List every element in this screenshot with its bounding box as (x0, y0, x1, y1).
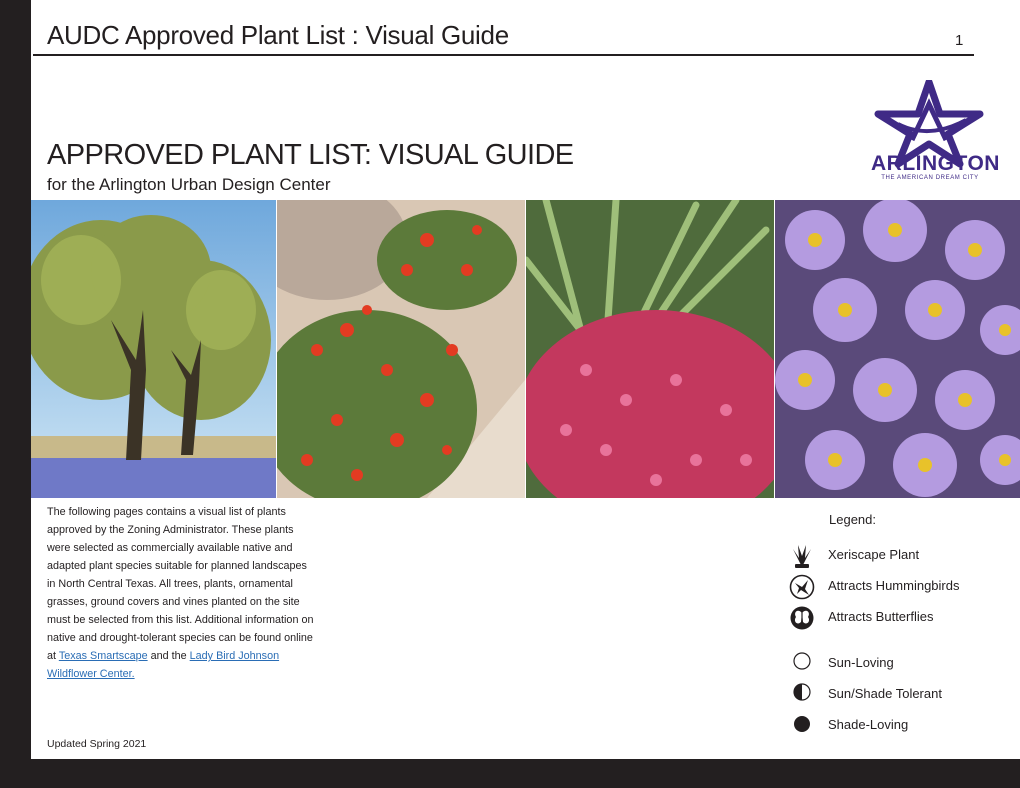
photo-red-shrub (277, 200, 525, 498)
legend-item-hummingbirds: Attracts Hummingbirds (789, 574, 1009, 600)
legend-label: Attracts Hummingbirds (828, 578, 960, 593)
legend-label: Sun/Shade Tolerant (828, 686, 942, 701)
photo-purple-asters (775, 200, 1020, 498)
page-number: 1 (955, 32, 964, 49)
legend-label: Sun-Loving (828, 655, 894, 670)
bottom-margin-bar (0, 759, 1020, 788)
page-title: APPROVED PLANT LIST: VISUAL GUIDE (47, 139, 574, 171)
photo-pink-shrub (526, 200, 774, 498)
page-subtitle: for the Arlington Urban Design Center (47, 175, 331, 194)
legend-label: Xeriscape Plant (828, 547, 920, 562)
header-title: AUDC Approved Plant List : Visual Guide (47, 20, 509, 50)
photo-oak-trees (31, 200, 276, 498)
legend-item-sun-loving: Sun-Loving (789, 651, 1009, 677)
updated-date: Updated Spring 2021 (47, 738, 147, 750)
sun-loving-icon (793, 652, 811, 670)
intro-text: The following pages contains a visual li… (47, 506, 314, 662)
butterfly-icon (790, 606, 814, 630)
texas-smartscape-link[interactable]: Texas Smartscape (59, 650, 148, 662)
legend-title: Legend: (829, 512, 876, 527)
legend-item-sun-shade: Sun/Shade Tolerant (789, 682, 1009, 708)
shade-loving-icon (794, 716, 810, 732)
sun-shade-icon (793, 683, 811, 701)
intro-text-connector: and the (147, 650, 190, 662)
logo-tagline: THE AMERICAN DREAM CITY (881, 175, 979, 181)
legend-label: Shade-Loving (828, 717, 909, 732)
xeriscape-plant-icon (793, 545, 811, 568)
header-rule (33, 54, 974, 56)
legend-item-shade-loving: Shade-Loving (789, 713, 1009, 739)
legend-item-xeriscape: Xeriscape Plant (789, 543, 1009, 569)
left-margin-bar (0, 0, 31, 788)
logo-wordmark: ARLINGTON (871, 152, 1000, 175)
intro-paragraph: The following pages contains a visual li… (47, 503, 317, 683)
legend-label: Attracts Butterflies (828, 609, 934, 624)
legend-item-butterflies: Attracts Butterflies (789, 605, 1009, 631)
hummingbird-icon (789, 574, 815, 600)
